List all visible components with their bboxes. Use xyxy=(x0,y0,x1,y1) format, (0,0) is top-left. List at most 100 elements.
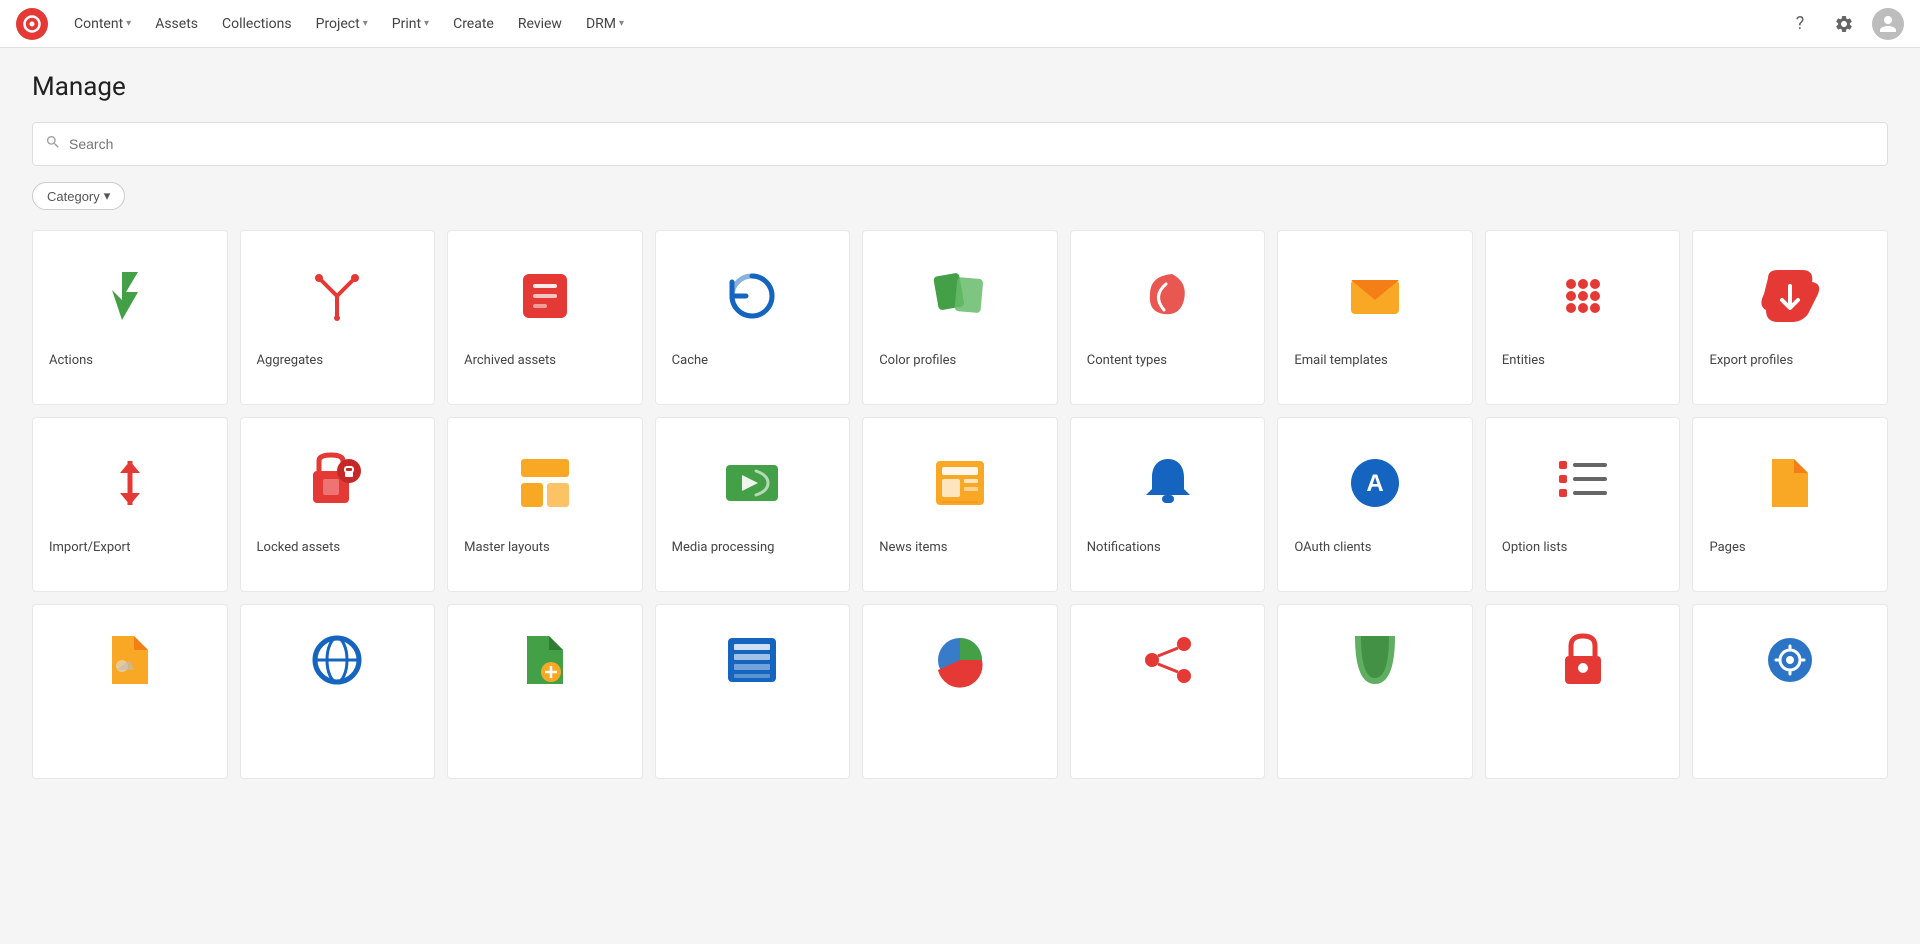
card-label-archived-assets: Archived assets xyxy=(464,353,556,368)
nav-print[interactable]: Print ▾ xyxy=(382,12,439,36)
nav-items: Content ▾ Assets Collections Project ▾ P… xyxy=(64,12,1784,36)
chevron-down-icon: ▾ xyxy=(619,18,624,29)
card-icon-r3-3 xyxy=(464,625,626,695)
nav-collections[interactable]: Collections xyxy=(212,12,302,36)
card-icon-option-lists xyxy=(1502,438,1664,528)
card-icon-news-items xyxy=(879,438,1041,528)
card-entities[interactable]: Entities xyxy=(1485,230,1681,405)
card-icon-master-layouts xyxy=(464,438,626,528)
svg-text:A: A xyxy=(1366,470,1383,497)
card-icon-content-types xyxy=(1087,251,1249,341)
chevron-down-icon: ▾ xyxy=(363,18,368,29)
card-icon-r3-8 xyxy=(1502,625,1664,695)
card-r3-9[interactable] xyxy=(1692,604,1888,779)
card-r3-3[interactable] xyxy=(447,604,643,779)
card-icon-actions xyxy=(49,251,211,341)
card-label-content-types: Content types xyxy=(1087,353,1167,368)
card-content-types[interactable]: Content types xyxy=(1070,230,1266,405)
card-icon-r3-6 xyxy=(1087,625,1249,695)
search-icon xyxy=(45,134,61,154)
card-r3-7[interactable] xyxy=(1277,604,1473,779)
card-notifications[interactable]: Notifications xyxy=(1070,417,1266,592)
card-label-oauth-clients: OAuth clients xyxy=(1294,540,1371,555)
page-content: Manage Category ▾ Actions xyxy=(0,48,1920,803)
card-icon-locked-assets xyxy=(257,438,419,528)
card-icon-color-profiles xyxy=(879,251,1041,341)
settings-icon[interactable] xyxy=(1828,8,1860,40)
card-icon-r3-9 xyxy=(1709,625,1871,695)
card-r3-5[interactable] xyxy=(862,604,1058,779)
card-r3-6[interactable] xyxy=(1070,604,1266,779)
card-r3-8[interactable] xyxy=(1485,604,1681,779)
chevron-down-icon: ▾ xyxy=(104,188,111,204)
card-icon-r3-7 xyxy=(1294,625,1456,695)
nav-drm[interactable]: DRM ▾ xyxy=(576,12,634,36)
chevron-down-icon: ▾ xyxy=(424,18,429,29)
card-actions[interactable]: Actions xyxy=(32,230,228,405)
category-button[interactable]: Category ▾ xyxy=(32,182,125,210)
card-icon-export-profiles xyxy=(1709,251,1871,341)
card-r3-2[interactable] xyxy=(240,604,436,779)
card-oauth-clients[interactable]: A OAuth clients xyxy=(1277,417,1473,592)
card-archived-assets[interactable]: Archived assets xyxy=(447,230,643,405)
card-icon-cache xyxy=(672,251,834,341)
cards-grid-row2: Import/Export Locked assets xyxy=(32,417,1888,592)
card-aggregates[interactable]: Aggregates xyxy=(240,230,436,405)
card-r3-4[interactable] xyxy=(655,604,851,779)
card-color-profiles[interactable]: Color profiles xyxy=(862,230,1058,405)
navbar: Content ▾ Assets Collections Project ▾ P… xyxy=(0,0,1920,48)
card-icon-pages xyxy=(1709,438,1871,528)
card-email-templates[interactable]: Email templates xyxy=(1277,230,1473,405)
card-icon-r3-4 xyxy=(672,625,834,695)
card-icon-r3-2 xyxy=(257,625,419,695)
app-logo[interactable] xyxy=(16,8,48,40)
card-media-processing[interactable]: Media processing xyxy=(655,417,851,592)
card-option-lists[interactable]: Option lists xyxy=(1485,417,1681,592)
card-label-email-templates: Email templates xyxy=(1294,353,1387,368)
card-label-export-profiles: Export profiles xyxy=(1709,353,1793,368)
card-label-entities: Entities xyxy=(1502,353,1545,368)
card-label-actions: Actions xyxy=(49,353,93,368)
nav-project[interactable]: Project ▾ xyxy=(306,12,378,36)
card-label-locked-assets: Locked assets xyxy=(257,540,340,555)
card-import-export[interactable]: Import/Export xyxy=(32,417,228,592)
card-label-import-export: Import/Export xyxy=(49,540,131,555)
card-label-master-layouts: Master layouts xyxy=(464,540,550,555)
card-label-option-lists: Option lists xyxy=(1502,540,1567,555)
card-icon-notifications xyxy=(1087,438,1249,528)
chevron-down-icon: ▾ xyxy=(126,18,131,29)
card-label-aggregates: Aggregates xyxy=(257,353,324,368)
nav-content[interactable]: Content ▾ xyxy=(64,12,141,36)
card-label-news-items: News items xyxy=(879,540,947,555)
card-label-pages: Pages xyxy=(1709,540,1745,555)
nav-assets[interactable]: Assets xyxy=(145,12,208,36)
card-cache[interactable]: Cache xyxy=(655,230,851,405)
card-label-cache: Cache xyxy=(672,353,708,368)
card-icon-email-templates xyxy=(1294,251,1456,341)
user-avatar[interactable] xyxy=(1872,8,1904,40)
card-icon-oauth-clients: A xyxy=(1294,438,1456,528)
card-export-profiles[interactable]: Export profiles xyxy=(1692,230,1888,405)
card-icon-archived-assets xyxy=(464,251,626,341)
cards-grid-row1: Actions Aggregates xyxy=(32,230,1888,405)
cards-grid-row3 xyxy=(32,604,1888,779)
card-pages[interactable]: Pages xyxy=(1692,417,1888,592)
card-icon-entities xyxy=(1502,251,1664,341)
nav-create[interactable]: Create xyxy=(443,12,504,36)
card-locked-assets[interactable]: Locked assets xyxy=(240,417,436,592)
search-input[interactable] xyxy=(69,136,1875,152)
card-label-notifications: Notifications xyxy=(1087,540,1161,555)
card-label-media-processing: Media processing xyxy=(672,540,775,555)
card-icon-aggregates xyxy=(257,251,419,341)
card-news-items[interactable]: News items xyxy=(862,417,1058,592)
card-icon-media-processing xyxy=(672,438,834,528)
nav-review[interactable]: Review xyxy=(508,12,572,36)
card-r3-1[interactable] xyxy=(32,604,228,779)
card-icon-r3-5 xyxy=(879,625,1041,695)
nav-right: ? xyxy=(1784,8,1904,40)
card-label-color-profiles: Color profiles xyxy=(879,353,956,368)
card-master-layouts[interactable]: Master layouts xyxy=(447,417,643,592)
search-bar xyxy=(32,122,1888,166)
card-icon-r3-1 xyxy=(49,625,211,695)
help-icon[interactable]: ? xyxy=(1784,8,1816,40)
